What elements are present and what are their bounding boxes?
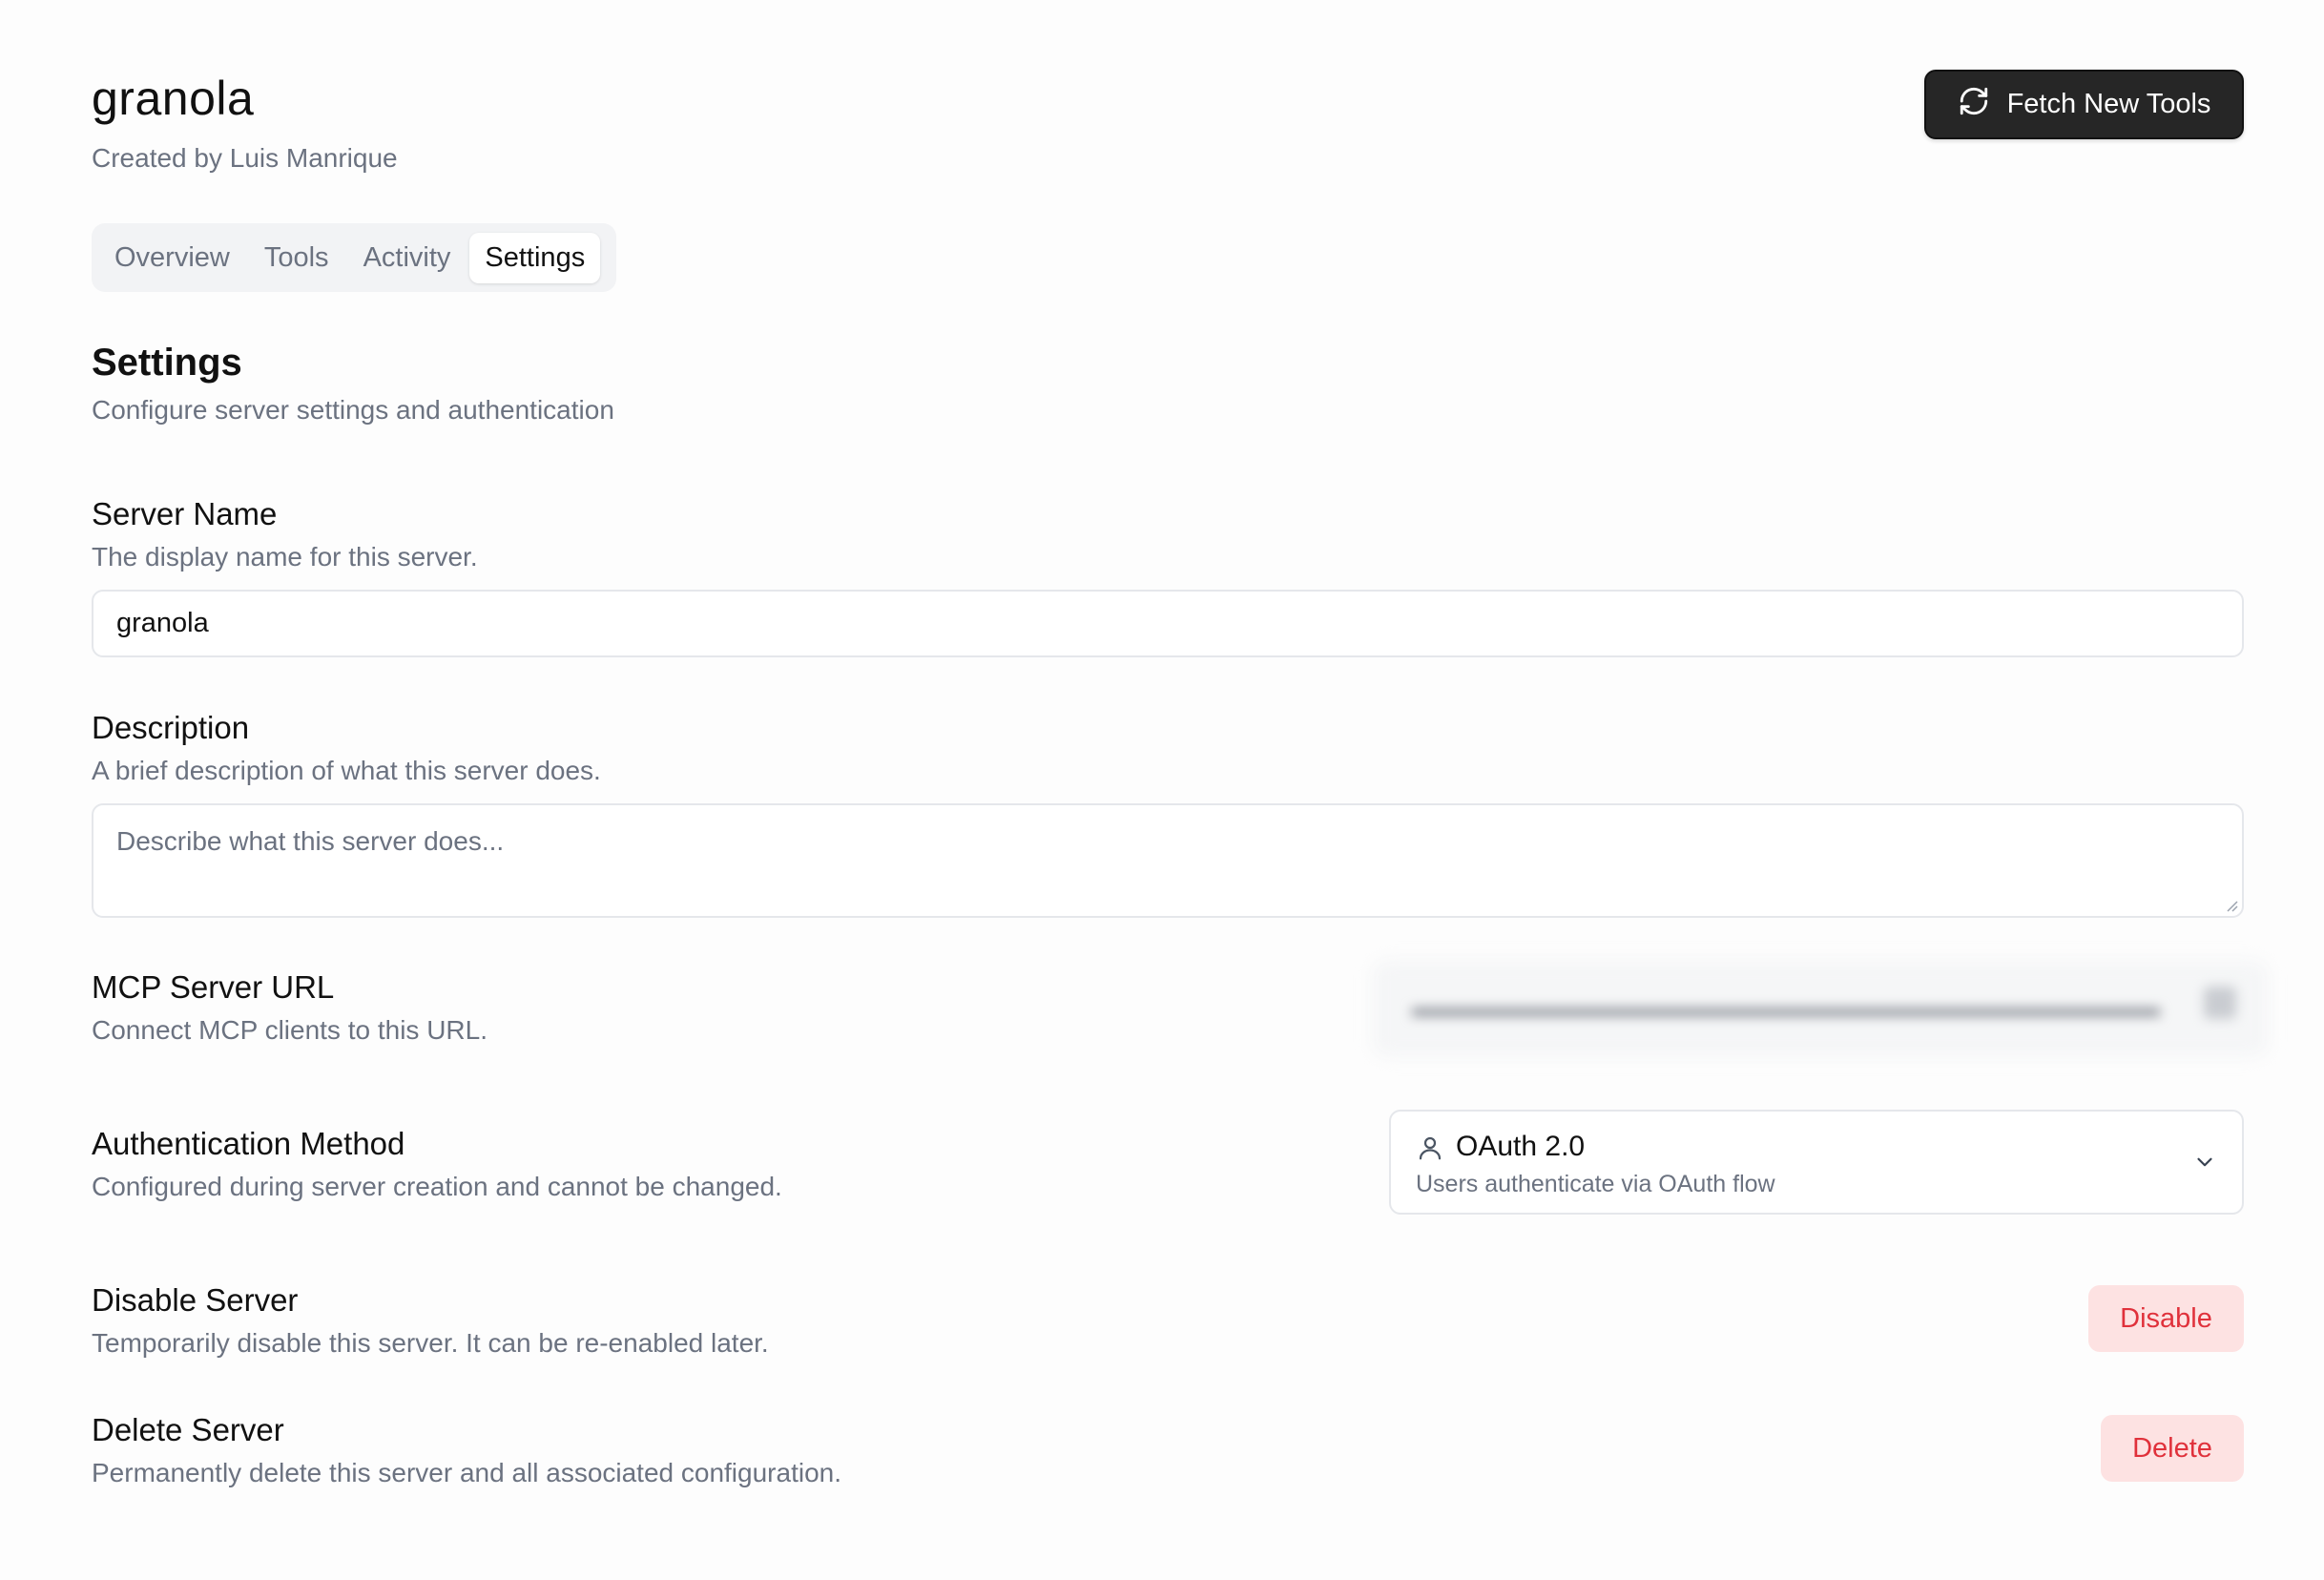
disable-server-label: Disable Server	[92, 1282, 299, 1318]
auth-method-help: Configured during server creation and ca…	[92, 1172, 782, 1201]
auth-method-description: Users authenticate via OAuth flow	[1416, 1171, 1775, 1197]
delete-server-label: Delete Server	[92, 1412, 284, 1447]
description-placeholder: Describe what this server does...	[116, 826, 505, 856]
created-by-text: Created by Luis Manrique	[92, 143, 398, 173]
fetch-new-tools-label: Fetch New Tools	[2006, 89, 2211, 119]
page-title: granola	[92, 72, 255, 125]
server-name-value: granola	[116, 608, 209, 638]
tab-settings[interactable]: Settings	[469, 232, 601, 283]
server-name-input[interactable]: granola	[92, 590, 2244, 657]
refresh-icon	[1958, 85, 1990, 125]
resize-grip-icon[interactable]	[2223, 897, 2238, 912]
settings-heading: Settings	[92, 342, 242, 384]
tab-bar: Overview Tools Activity Settings	[92, 223, 616, 292]
tab-overview[interactable]: Overview	[99, 233, 245, 283]
tab-tools[interactable]: Tools	[249, 233, 344, 283]
mcp-url-help: Connect MCP clients to this URL.	[92, 1015, 488, 1045]
disable-server-help: Temporarily disable this server. It can …	[92, 1328, 769, 1358]
mcp-url-label: MCP Server URL	[92, 969, 335, 1005]
description-label: Description	[92, 710, 250, 745]
settings-subheading: Configure server settings and authentica…	[92, 395, 614, 425]
chevron-down-icon	[2197, 1157, 2212, 1167]
mcp-url-value-redacted: ▬▬▬▬▬▬▬▬▬▬▬▬▬▬▬▬▬▬▬▬▬▬▬▬▬▬▬▬	[1412, 992, 2160, 1022]
auth-method-select[interactable]: OAuth 2.0 Users authenticate via OAuth f…	[1389, 1110, 2244, 1215]
delete-server-button[interactable]: Delete	[2101, 1415, 2244, 1482]
user-icon	[1419, 1136, 1442, 1160]
fetch-new-tools-button[interactable]: Fetch New Tools	[1924, 70, 2244, 139]
copy-icon[interactable]	[2204, 987, 2236, 1019]
description-textarea[interactable]: Describe what this server does...	[92, 803, 2244, 918]
auth-method-label: Authentication Method	[92, 1126, 405, 1161]
disable-server-button[interactable]: Disable	[2088, 1285, 2244, 1352]
server-name-help: The display name for this server.	[92, 542, 478, 572]
server-settings-page: granola Created by Luis Manrique Fetch N…	[0, 0, 2324, 1580]
server-name-label: Server Name	[92, 496, 278, 531]
tab-activity[interactable]: Activity	[348, 233, 467, 283]
auth-method-selected: OAuth 2.0	[1456, 1131, 1586, 1162]
description-help: A brief description of what this server …	[92, 756, 601, 785]
delete-server-help: Permanently delete this server and all a…	[92, 1458, 841, 1487]
